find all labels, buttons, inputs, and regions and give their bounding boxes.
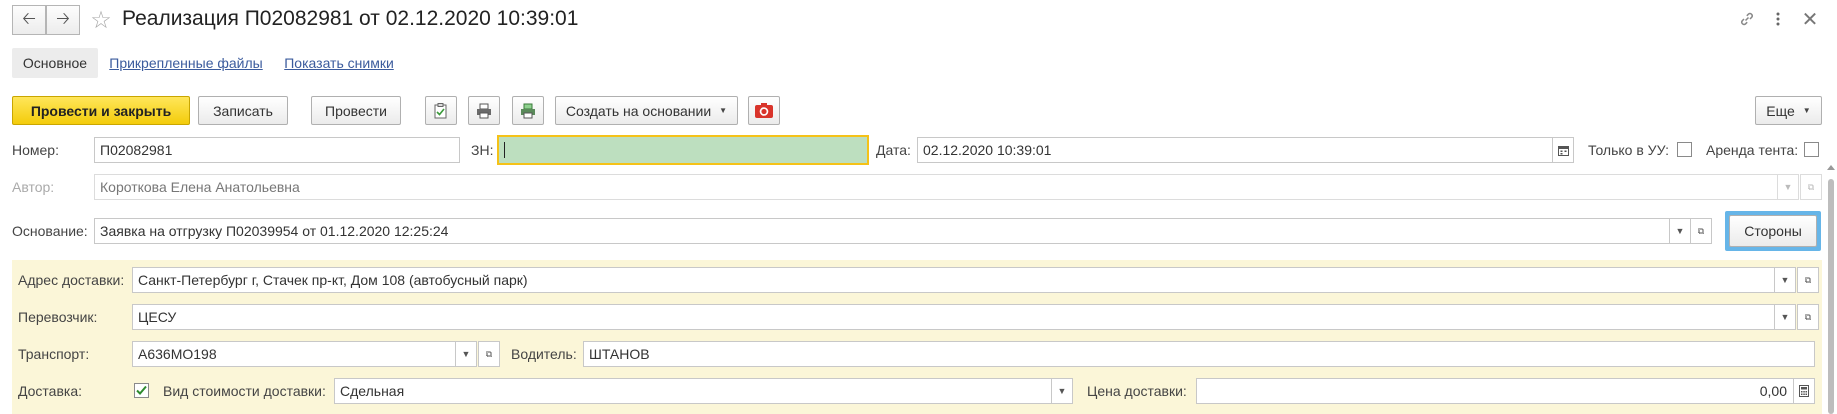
create-based-on-label: Создать на основании [565, 102, 712, 119]
open-window-icon: ⧉ [1804, 311, 1812, 322]
only-uu-checkbox[interactable] [1677, 142, 1692, 157]
date-label: Дата: [876, 142, 911, 158]
carrier-open-button[interactable]: ⧉ [1797, 304, 1819, 330]
author-label: Автор: [12, 179, 55, 195]
more-label: Еще [1766, 102, 1795, 119]
calculator-icon [1799, 385, 1809, 397]
basis-dropdown-button[interactable]: ▼ [1669, 218, 1691, 244]
number-label: Номер: [12, 142, 59, 158]
create-based-on-dropdown[interactable]: Создать на основании ▼ [555, 96, 738, 125]
tab-attached-files[interactable]: Прикрепленные файлы [108, 48, 264, 78]
date-field[interactable]: 02.12.2020 10:39:01 [917, 137, 1553, 163]
address-dropdown-button[interactable]: ▼ [1774, 267, 1796, 293]
post-button[interactable]: Провести [311, 96, 401, 125]
delivery-price-label: Цена доставки: [1087, 383, 1187, 399]
forward-arrow-icon: 🡢 [56, 8, 70, 28]
close-icon[interactable]: ✕ [1797, 6, 1823, 32]
transport-open-button[interactable]: ⧉ [478, 341, 500, 367]
back-arrow-icon: 🡠 [22, 8, 36, 28]
text-cursor [504, 142, 505, 158]
vertical-scrollbar[interactable] [1827, 165, 1835, 414]
tent-rent-checkbox[interactable] [1804, 142, 1819, 157]
chevron-down-icon: ▼ [1675, 226, 1685, 236]
camera-icon [755, 102, 773, 118]
author-open-button[interactable]: ⧉ [1800, 174, 1822, 200]
carrier-dropdown-button[interactable]: ▼ [1774, 304, 1796, 330]
basis-field[interactable]: Заявка на отгрузку П02039954 от 01.12.20… [94, 218, 1670, 244]
cost-type-field[interactable]: Сдельная [334, 378, 1052, 404]
chevron-down-icon: ▼ [1780, 312, 1790, 322]
zn-label: ЗН: [471, 142, 494, 158]
tab-show-snapshots[interactable]: Показать снимки [280, 48, 398, 78]
tab-main[interactable]: Основное [12, 48, 98, 78]
driver-label: Водитель: [511, 346, 577, 362]
delivery-checkbox[interactable] [134, 383, 149, 398]
tent-rent-label: Аренда тента: [1706, 142, 1799, 158]
delivery-address-field[interactable]: Санкт-Петербург г, Стачек пр-кт, Дом 108… [132, 267, 1775, 293]
forward-button[interactable]: 🡢 [46, 5, 80, 35]
cost-type-dropdown-button[interactable]: ▼ [1051, 378, 1073, 404]
chevron-down-icon: ▼ [1783, 182, 1793, 192]
basis-label: Основание: [12, 223, 88, 239]
calendar-button[interactable] [1552, 137, 1574, 163]
author-dropdown-button[interactable]: ▼ [1777, 174, 1799, 200]
open-window-icon: ⧉ [1804, 274, 1812, 285]
calculator-button[interactable] [1793, 378, 1815, 404]
driver-field[interactable]: ШТАНОВ [583, 341, 1815, 367]
parties-button[interactable]: Стороны [1729, 215, 1817, 247]
more-button[interactable]: Еще ▼ [1755, 96, 1822, 125]
scroll-up-icon[interactable] [1827, 165, 1835, 170]
report-button[interactable] [425, 96, 457, 125]
checkmark-icon [136, 385, 147, 395]
delivery-price-field[interactable]: 0,00 [1196, 378, 1794, 404]
transport-dropdown-button[interactable]: ▼ [455, 341, 477, 367]
chevron-down-icon: ▼ [1057, 386, 1067, 396]
carrier-label: Перевозчик: [18, 309, 98, 325]
scrollbar-thumb[interactable] [1828, 179, 1834, 414]
link-icon[interactable] [1734, 6, 1760, 32]
chevron-down-icon: ▼ [1780, 275, 1790, 285]
back-button[interactable]: 🡠 [12, 5, 46, 35]
document-report-icon [434, 102, 447, 118]
chevron-down-icon: ▼ [719, 106, 728, 115]
open-window-icon: ⧉ [1807, 181, 1815, 192]
printer-icon [477, 103, 491, 118]
carrier-field[interactable]: ЦЕСУ [132, 304, 1775, 330]
author-field: Короткова Елена Анатольевна [94, 174, 1778, 200]
zn-field[interactable] [497, 135, 869, 165]
chevron-down-icon: ▼ [461, 349, 471, 359]
page-title: Реализация П02082981 от 02.12.2020 10:39… [122, 7, 579, 30]
save-button[interactable]: Записать [198, 96, 288, 125]
open-window-icon: ⧉ [1697, 225, 1705, 236]
delivery-address-label: Адрес доставки: [18, 272, 125, 288]
only-uu-label: Только в УУ: [1588, 142, 1670, 158]
printer-settings-icon [521, 103, 535, 118]
print-button[interactable] [468, 96, 500, 125]
address-open-button[interactable]: ⧉ [1797, 267, 1819, 293]
open-window-icon: ⧉ [485, 348, 493, 359]
basis-open-button[interactable]: ⧉ [1690, 218, 1712, 244]
snapshot-button[interactable] [748, 96, 780, 125]
star-icon[interactable]: ☆ [88, 5, 114, 35]
chevron-down-icon: ▼ [1802, 106, 1811, 115]
post-and-close-button[interactable]: Провести и закрыть [12, 96, 190, 125]
print-options-button[interactable] [512, 96, 544, 125]
transport-label: Транспорт: [18, 346, 90, 362]
delivery-label: Доставка: [18, 383, 83, 399]
calendar-icon [1557, 145, 1569, 156]
transport-field[interactable]: А636МО198 [132, 341, 456, 367]
number-field[interactable]: П02082981 [94, 137, 460, 163]
kebab-menu-icon[interactable] [1768, 6, 1788, 32]
cost-type-label: Вид стоимости доставки: [163, 383, 326, 399]
